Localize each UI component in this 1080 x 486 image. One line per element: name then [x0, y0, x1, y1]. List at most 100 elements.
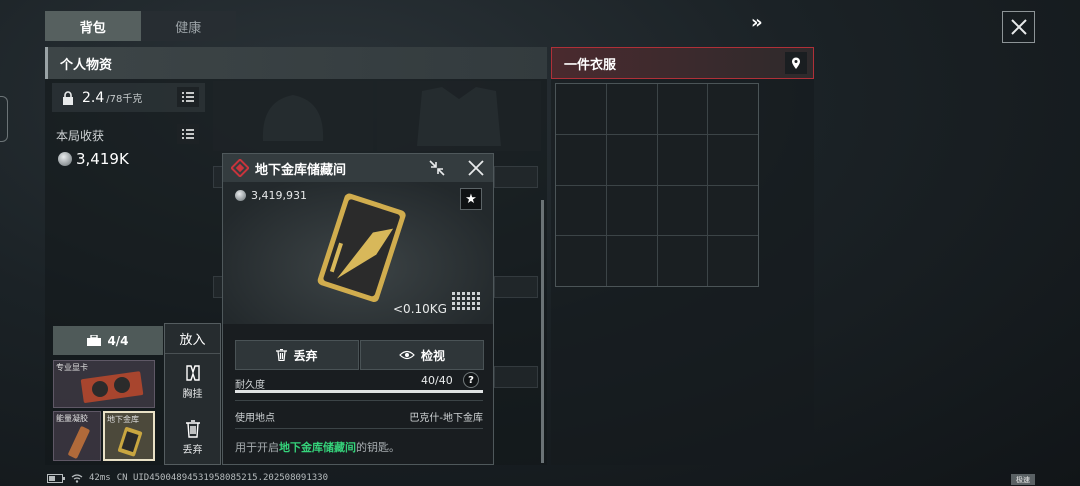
tab-backpack[interactable]: 背包 [45, 11, 141, 41]
earnings-label: 本局收获 [56, 129, 105, 143]
item-description: 用于开启地下金库储藏间的钥匙。 [235, 439, 400, 455]
battery-icon [47, 473, 65, 483]
grid-cell[interactable] [556, 185, 606, 236]
desc-highlight: 地下金库储藏间 [279, 441, 356, 454]
detail-price: 3,419,931 [235, 189, 307, 202]
divider [235, 400, 483, 401]
star-icon: ★ [465, 191, 477, 207]
desc-prefix: 用于开启 [235, 441, 279, 454]
slot-row[interactable] [494, 276, 538, 298]
earnings-amount: 3,419K [76, 150, 129, 168]
item-label: 能量凝胶 [56, 414, 88, 423]
size-grid-icon [452, 292, 484, 316]
coin-icon [58, 152, 72, 166]
grid-cell[interactable] [708, 185, 758, 236]
wifi-icon [71, 473, 83, 483]
grid-cell[interactable] [657, 84, 708, 134]
favorite-button[interactable]: ★ [460, 188, 482, 210]
clothes-grid[interactable] [555, 83, 759, 287]
vault-key-card-image [317, 193, 406, 303]
inspect-icon [399, 350, 415, 360]
item-detail-popup: 地下金库储藏间 3,419,931 ★ <0.10KG 丢弃 检视 耐久度 40… [222, 153, 494, 465]
helmet-slot[interactable] [213, 81, 373, 151]
vault-key-thumb [117, 427, 143, 457]
grid-cell[interactable] [556, 236, 606, 286]
item-graphics-card[interactable]: 专业显卡 [53, 360, 155, 408]
coin-icon [235, 190, 246, 201]
speed-tag: 极速 [1011, 474, 1035, 485]
use-location-value: 巴克什-地下金库 [409, 413, 483, 424]
context-item-discard[interactable]: 丢弃 [165, 420, 220, 456]
energy-gel-image [68, 426, 90, 459]
personal-header: 个人物资 [45, 47, 547, 79]
context-item-chest-rig[interactable]: 胸挂 [165, 364, 220, 400]
earnings-value: 3,419K [58, 150, 129, 168]
main-tabs: 背包 健康 [45, 11, 236, 41]
durability-value: 40/40 [421, 374, 453, 387]
item-label: 地下金库 [107, 415, 139, 424]
detail-header: 地下金库储藏间 [223, 154, 493, 182]
inspect-button[interactable]: 检视 [360, 340, 484, 370]
divider [235, 428, 483, 429]
clothes-title: 一件衣服 [564, 57, 617, 73]
grid-cell[interactable] [657, 134, 708, 185]
detail-weight: <0.10KG [393, 302, 447, 316]
trash-icon [185, 420, 201, 438]
grid-cell[interactable] [657, 185, 708, 236]
grid-cell[interactable] [606, 185, 657, 236]
grid-cell[interactable] [556, 134, 606, 185]
slot-row[interactable] [494, 366, 538, 388]
item-energy-gel[interactable]: 能量凝胶 [53, 411, 101, 461]
grid-cell[interactable] [556, 84, 606, 134]
close-icon [1010, 18, 1028, 36]
list-icon [182, 92, 194, 102]
clothes-header: 一件衣服 [551, 47, 814, 79]
grid-cell[interactable] [708, 134, 758, 185]
close-icon [467, 159, 485, 177]
durability-bar [235, 390, 483, 393]
graphics-card-image [80, 371, 144, 403]
detail-title: 地下金库储藏间 [255, 162, 347, 178]
trash-icon [276, 349, 288, 361]
uid-text: CN UID450048945319580852​15.202508091330 [116, 473, 329, 483]
earnings-list-button[interactable] [177, 124, 199, 144]
item-context-menu: 放入 胸挂 丢弃 [164, 323, 221, 465]
discard-label: 丢弃 [293, 348, 318, 363]
desc-suffix: 的钥匙。 [356, 441, 400, 454]
list-icon [182, 129, 194, 139]
use-location-label: 使用地点 [235, 413, 275, 424]
detail-close-button[interactable] [467, 159, 485, 177]
help-icon[interactable]: ? [463, 372, 479, 388]
inspect-label: 检视 [420, 348, 445, 363]
collapse-button[interactable] [428, 159, 446, 177]
mini-inventory-count: 4/4 [107, 333, 129, 348]
slot-row[interactable] [494, 166, 538, 188]
map-pin-icon [791, 57, 801, 70]
grid-cell[interactable] [606, 134, 657, 185]
scrollbar[interactable] [541, 200, 544, 463]
location-pin-button[interactable] [785, 52, 807, 74]
side-drawer-handle[interactable] [0, 96, 8, 142]
tab-health[interactable]: 健康 [141, 11, 237, 41]
price-value: 3,419,931 [251, 189, 307, 202]
discard-button[interactable]: 丢弃 [235, 340, 359, 370]
item-vault-key[interactable]: 地下金库 [103, 411, 155, 461]
close-button[interactable] [1002, 11, 1035, 43]
armor-slot[interactable] [377, 81, 541, 151]
status-bar: 42ms CN UID450048945319580852​15.2025080… [47, 473, 328, 483]
ping-value: 42ms [89, 473, 111, 483]
grid-cell[interactable] [606, 84, 657, 134]
mini-inventory-tab[interactable]: 4/4 [53, 326, 163, 355]
briefcase-icon [87, 335, 102, 346]
rarity-diamond-icon [231, 159, 249, 177]
grid-cell[interactable] [606, 236, 657, 286]
forward-icon[interactable]: » [751, 12, 763, 33]
weight-unit: /78千克 [106, 94, 143, 105]
weight-list-button[interactable] [177, 87, 199, 107]
weight-value: 2.4 [82, 89, 105, 106]
grid-cell[interactable] [708, 84, 758, 134]
grid-cell[interactable] [657, 236, 708, 286]
grid-cell[interactable] [708, 236, 758, 286]
lock-icon [62, 90, 74, 105]
context-item-label: 胸挂 [182, 389, 203, 400]
